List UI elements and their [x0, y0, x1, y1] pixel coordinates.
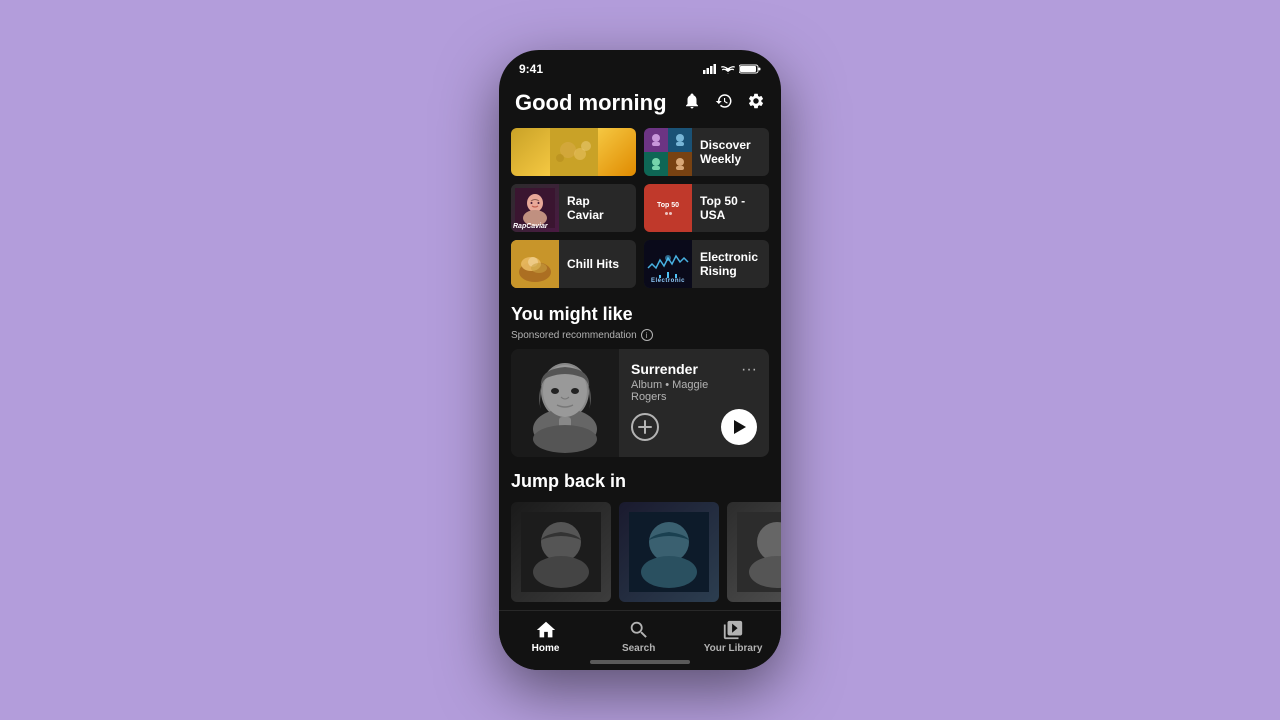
jump-item-3[interactable]	[727, 502, 781, 602]
more-options-button[interactable]: ···	[741, 361, 757, 379]
playlist-item-electronic-rising[interactable]: Electronic Electronic Rising	[644, 240, 769, 288]
search-icon	[628, 619, 650, 641]
app-header: Good morning	[499, 82, 781, 128]
jump-back-in-title: Jump back in	[499, 457, 781, 502]
jump-thumb-3	[727, 502, 781, 602]
jump-thumb-1	[511, 502, 611, 602]
playlist-item-happy-beats[interactable]: Happy Beats	[511, 128, 636, 176]
library-icon	[722, 619, 744, 641]
rec-actions	[631, 409, 757, 445]
playlist-thumb-chill-hits	[511, 240, 559, 288]
jump-item-2[interactable]	[619, 502, 719, 602]
signal-icon	[703, 64, 717, 74]
album-subtitle: Album • Maggie Rogers	[631, 379, 741, 403]
playlist-thumb-electronic-rising: Electronic	[644, 240, 692, 288]
playlist-thumb-top50: Top 50	[644, 184, 692, 232]
jump-back-in-grid	[499, 502, 781, 602]
playlist-item-chill-hits[interactable]: Chill Hits	[511, 240, 636, 288]
header-actions	[683, 92, 765, 115]
info-icon: i	[641, 329, 653, 341]
time-display: 9:41	[519, 62, 543, 76]
playlist-item-rap-caviar[interactable]: RapCaviar Rap Caviar	[511, 184, 636, 232]
album-title: Surrender	[631, 361, 741, 377]
nav-home[interactable]: Home	[518, 619, 574, 654]
settings-button[interactable]	[747, 92, 765, 115]
recommendation-card: Surrender Album • Maggie Rogers ···	[511, 349, 769, 457]
greeting-text: Good morning	[515, 90, 667, 116]
playlist-thumb-rap-caviar: RapCaviar	[511, 184, 559, 232]
playlist-grid: Happy Beats	[499, 128, 781, 288]
jump-item-1[interactable]	[511, 502, 611, 602]
playlist-thumb-happy-beats	[511, 128, 636, 176]
content-area: Good morning	[499, 82, 781, 604]
album-art-image	[511, 349, 619, 457]
status-icons	[703, 64, 761, 74]
notification-button[interactable]	[683, 92, 701, 115]
playlist-item-discover-weekly[interactable]: Discover Weekly	[644, 128, 769, 176]
phone-frame: 9:41	[499, 50, 781, 670]
playlist-name-discover-weekly: Discover Weekly	[692, 138, 769, 167]
play-icon	[734, 420, 746, 434]
jump-thumb-2	[619, 502, 719, 602]
battery-icon	[739, 64, 761, 74]
add-to-library-button[interactable]	[631, 413, 659, 441]
wifi-icon	[721, 64, 735, 74]
playlist-name-top50: Top 50 - USA	[692, 194, 769, 223]
search-label: Search	[622, 643, 655, 654]
playlist-name-electronic-rising: Electronic Rising	[692, 250, 769, 279]
album-details: Surrender Album • Maggie Rogers	[631, 361, 741, 403]
rec-header: Surrender Album • Maggie Rogers ···	[631, 361, 757, 403]
nav-search[interactable]: Search	[611, 619, 667, 654]
status-bar: 9:41	[499, 50, 781, 82]
playlist-thumb-discover-weekly	[644, 128, 692, 176]
playlist-name-chill-hits: Chill Hits	[559, 257, 636, 271]
library-label: Your Library	[704, 643, 763, 654]
sponsored-label: Sponsored recommendation i	[499, 329, 781, 349]
home-icon	[535, 619, 557, 641]
recommendation-info: Surrender Album • Maggie Rogers ···	[619, 349, 769, 457]
home-label: Home	[532, 643, 560, 654]
playlist-item-top50[interactable]: Top 50 Top 50 - USA	[644, 184, 769, 232]
play-button[interactable]	[721, 409, 757, 445]
history-button[interactable]	[715, 92, 733, 115]
home-indicator	[590, 660, 690, 664]
you-might-like-title: You might like	[499, 288, 781, 329]
album-art	[511, 349, 619, 457]
nav-library[interactable]: Your Library	[704, 619, 763, 654]
playlist-name-rap-caviar: Rap Caviar	[559, 194, 636, 223]
